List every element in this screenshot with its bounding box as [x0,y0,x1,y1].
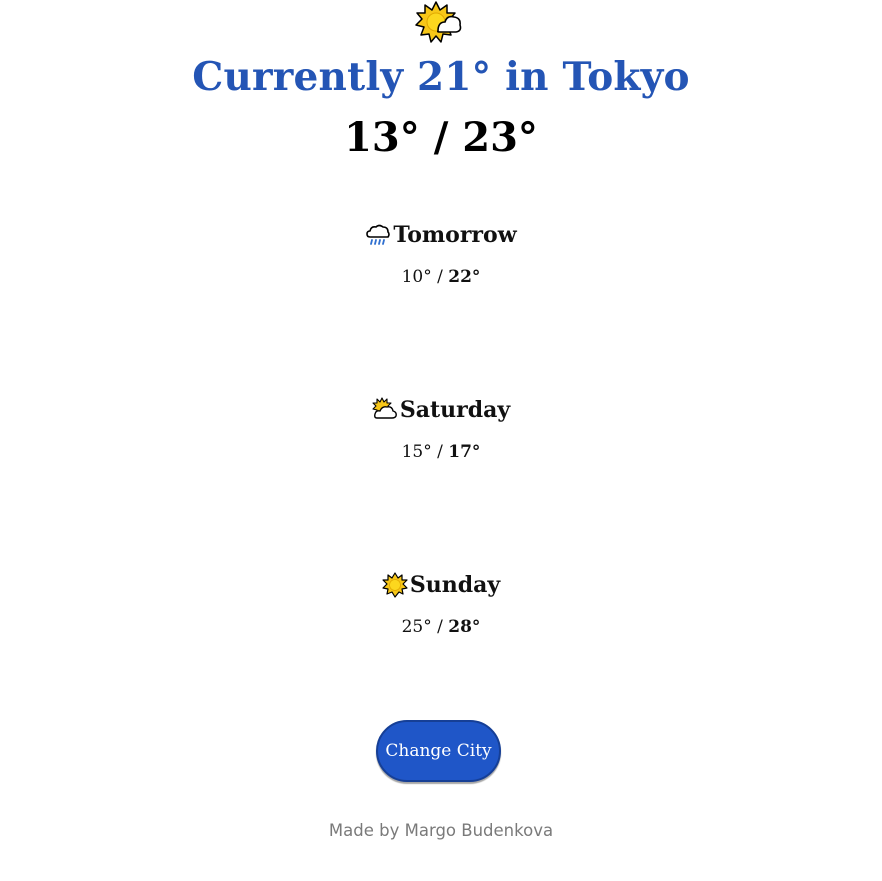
change-city-button[interactable]: Change City [376,720,501,782]
current-high-temp: 23° [462,114,538,161]
forecast-temperature-range: 25° / 28° [0,617,882,637]
current-temperature-range: 13° / 23° [0,114,882,161]
forecast-low-temp: 15° [401,442,432,462]
weather-page: Currently 21° in Tokyo 13° / 23° Tomorro… [0,0,882,881]
current-low-temp: 13° [344,114,420,161]
forecast-item: Sunday 25° / 28° [0,569,882,637]
rain-cloud-icon [365,222,391,248]
forecast-high-temp: 17° [448,442,481,462]
temp-separator: / [431,267,449,287]
forecast-day-label: Saturday [399,397,511,423]
forecast-item: Saturday 15° / 17° [0,394,882,462]
temp-separator: / [419,114,463,161]
sun-behind-cloud-icon [372,397,398,423]
forecast-temperature-range: 10° / 22° [0,267,882,287]
forecast-day-label: Sunday [409,572,501,598]
current-weather-title: Currently 21° in Tokyo [192,54,690,100]
sun-behind-cloud-icon [414,0,462,43]
temp-separator: / [431,617,449,637]
forecast-low-temp: 25° [401,617,432,637]
forecast-high-temp: 22° [448,267,481,287]
forecast-high-temp: 28° [448,617,481,637]
forecast-item: Tomorrow 10° / 22° [0,219,882,287]
forecast-low-temp: 10° [401,267,432,287]
forecast-temperature-range: 15° / 17° [0,442,882,462]
footer-credit: Made by Margo Budenkova [328,821,554,840]
sun-icon [382,572,408,598]
forecast-day-label: Tomorrow [393,222,517,248]
temp-separator: / [431,442,449,462]
